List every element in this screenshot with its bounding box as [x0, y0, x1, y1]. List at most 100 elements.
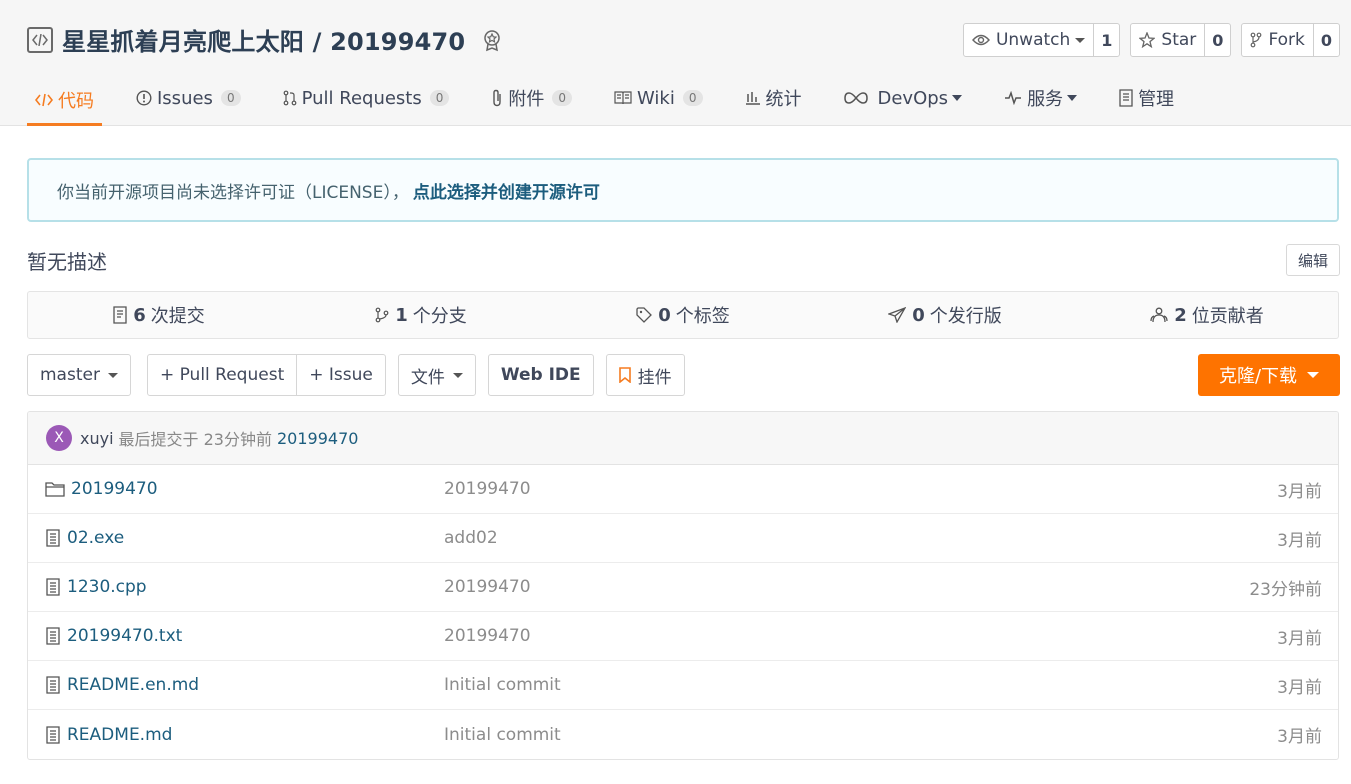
clone-download-button[interactable]: 克隆/下载 — [1198, 354, 1340, 396]
stat-releases[interactable]: 0 个发行版 — [814, 292, 1076, 338]
tab-devops[interactable]: DevOps — [836, 73, 971, 123]
chevron-down-icon — [1075, 37, 1086, 43]
file-name: 02.exe — [67, 528, 125, 548]
star-count[interactable]: 0 — [1205, 24, 1230, 56]
fork-icon — [1251, 32, 1262, 48]
table-row: README.en.md Initial commit 3月前 — [28, 661, 1338, 710]
chevron-down-icon — [1307, 372, 1320, 378]
chevron-down-icon — [952, 95, 963, 101]
widget-button[interactable]: 挂件 — [605, 354, 685, 396]
branch-select-value: master — [40, 365, 100, 385]
repo-name[interactable]: 20199470 — [330, 28, 465, 56]
code-icon — [35, 93, 53, 106]
chevron-down-icon — [452, 372, 463, 378]
stat-commits-count: 6 — [133, 304, 146, 326]
repo-title[interactable]: 星星抓着月亮爬上太阳 / 20199470 — [62, 22, 465, 57]
commit-doc-icon — [113, 306, 127, 324]
file-link[interactable]: README.en.md — [45, 675, 199, 695]
file-commit-message[interactable]: 20199470 — [444, 626, 531, 646]
table-row: 20199470.txt 20199470 3月前 — [28, 612, 1338, 661]
file-link[interactable]: 1230.cpp — [45, 577, 147, 597]
paper-plane-icon — [888, 307, 907, 323]
file-commit-message[interactable]: 20199470 — [444, 577, 531, 597]
stat-branches[interactable]: 1 个分支 — [290, 292, 552, 338]
web-ide-button[interactable]: Web IDE — [487, 354, 594, 396]
stat-tags-count: 0 — [658, 304, 671, 326]
repo-stats-bar: 6 次提交 1 个分支 0 个标签 0 个发行版 2 位贡献者 — [27, 291, 1339, 339]
tab-wiki[interactable]: Wiki 0 — [606, 73, 710, 123]
tab-services-label: 服务 — [1027, 89, 1064, 110]
commit-message-link[interactable]: 20199470 — [277, 429, 358, 448]
file-name: README.en.md — [67, 675, 200, 695]
stat-releases-label: 个发行版 — [929, 306, 1002, 327]
repo-tabs: 代码 Issues 0 Pull Requests 0 附件 0 Wiki 0 … — [27, 73, 1208, 126]
commit-time-text: 最后提交于 23分钟前 — [118, 430, 272, 449]
create-button-group: + Pull Request + Issue — [146, 354, 386, 396]
file-menu-label: 文件 — [410, 367, 445, 388]
new-pull-request-button[interactable]: + Pull Request — [146, 354, 298, 396]
tab-pull-requests[interactable]: Pull Requests 0 — [275, 73, 458, 123]
edit-description-button[interactable]: 编辑 — [1285, 244, 1340, 276]
tab-attachments-label: 附件 — [508, 89, 545, 110]
repo-owner[interactable]: 星星抓着月亮爬上太阳 — [62, 28, 304, 56]
unwatch-button[interactable]: Unwatch — [964, 24, 1095, 56]
file-link[interactable]: README.md — [45, 725, 172, 745]
table-row: README.md Initial commit 3月前 — [28, 710, 1338, 759]
file-link[interactable]: 02.exe — [45, 528, 124, 548]
stat-contributors[interactable]: 2 位贡献者 — [1076, 292, 1338, 338]
tab-code-label: 代码 — [58, 90, 94, 112]
tab-wiki-count: 0 — [682, 90, 703, 106]
tab-manage[interactable]: 管理 — [1111, 73, 1182, 123]
settings-doc-icon — [1119, 89, 1133, 107]
pull-request-icon — [283, 90, 296, 106]
file-icon — [46, 725, 60, 744]
file-commit-message[interactable]: 20199470 — [444, 479, 531, 499]
file-time: 23分钟前 — [1249, 579, 1322, 600]
branch-select[interactable]: master — [27, 354, 131, 396]
license-notice: 你当前开源项目尚未选择许可证（LICENSE）， 点此选择并创建开源许可 — [27, 158, 1339, 222]
file-time: 3月前 — [1277, 677, 1322, 698]
fork-button[interactable]: Fork — [1242, 24, 1314, 56]
file-commit-message[interactable]: Initial commit — [444, 725, 561, 745]
tab-issues[interactable]: Issues 0 — [128, 73, 249, 123]
create-license-link[interactable]: 点此选择并创建开源许可 — [413, 178, 600, 203]
tab-statistics[interactable]: 统计 — [737, 73, 810, 123]
stat-commits[interactable]: 6 次提交 — [28, 292, 290, 338]
repo-description: 暂无描述 — [27, 250, 107, 274]
file-link[interactable]: 20199470.txt — [45, 626, 182, 646]
watch-count[interactable]: 1 — [1094, 24, 1119, 56]
tab-issues-count: 0 — [220, 90, 241, 106]
star-icon — [1139, 32, 1156, 48]
tab-issues-label: Issues — [157, 87, 213, 109]
file-menu-button[interactable]: 文件 — [397, 354, 476, 396]
avatar[interactable]: X — [46, 425, 72, 451]
repo-header: 星星抓着月亮爬上太阳 / 20199470 Unwatch 1 Star 0 F… — [0, 0, 1351, 126]
bookmark-icon — [618, 367, 631, 383]
tab-attachments[interactable]: 附件 0 — [483, 73, 580, 123]
unwatch-label: Unwatch — [995, 30, 1071, 50]
fork-count[interactable]: 0 — [1314, 24, 1339, 56]
repo-title-row: 星星抓着月亮爬上太阳 / 20199470 — [27, 22, 505, 57]
star-button-group: Star 0 — [1130, 23, 1232, 57]
folder-icon — [45, 482, 65, 497]
tag-icon — [636, 307, 653, 323]
web-ide-label: Web IDE — [500, 365, 581, 385]
recommend-badge-icon[interactable] — [479, 27, 505, 53]
widget-label: 挂件 — [637, 367, 672, 388]
tab-services[interactable]: 服务 — [996, 73, 1085, 123]
star-button[interactable]: Star — [1131, 24, 1206, 56]
new-issue-button[interactable]: + Issue — [297, 354, 386, 396]
file-commit-message[interactable]: add02 — [444, 528, 498, 548]
table-row: 20199470 20199470 3月前 — [28, 465, 1338, 514]
stat-branches-label: 个分支 — [412, 306, 467, 327]
repo-actions: Unwatch 1 Star 0 Fork 0 — [962, 23, 1340, 57]
pulse-icon — [1005, 91, 1022, 105]
tab-devops-label: DevOps — [877, 87, 949, 109]
file-link[interactable]: 20199470 — [45, 479, 158, 499]
stat-tags[interactable]: 0 个标签 — [552, 292, 814, 338]
tab-code[interactable]: 代码 — [27, 73, 102, 126]
file-commit-message[interactable]: Initial commit — [444, 675, 561, 695]
commit-author[interactable]: xuyi — [80, 429, 114, 448]
file-icon — [46, 529, 60, 547]
chevron-down-icon — [107, 372, 118, 378]
